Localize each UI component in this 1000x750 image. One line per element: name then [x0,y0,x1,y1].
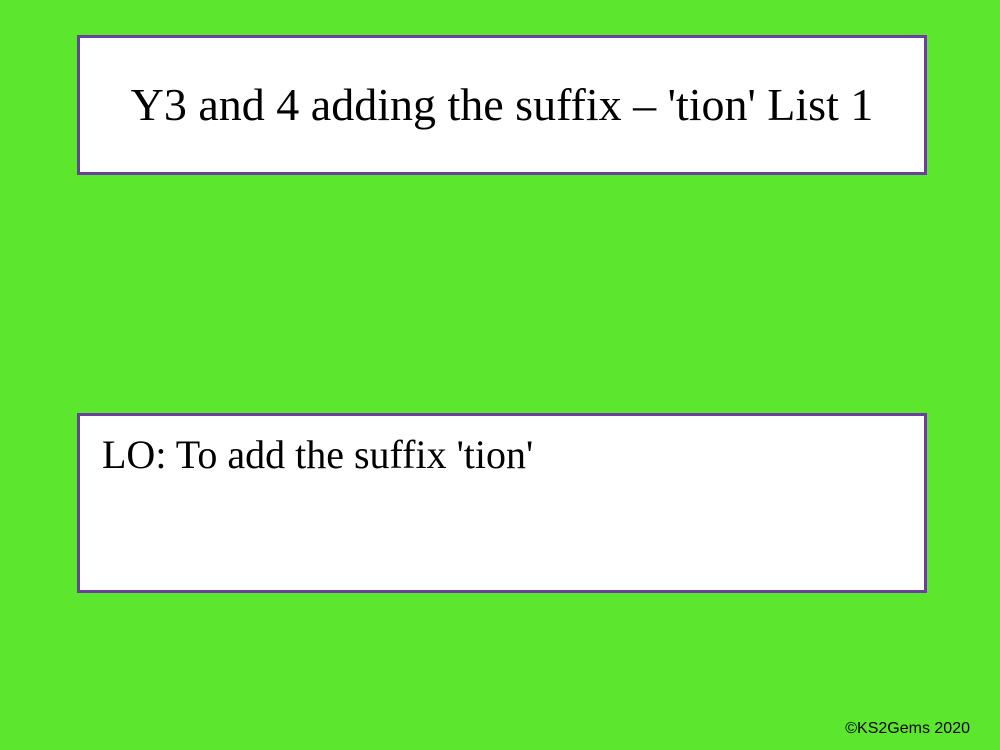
title-text: Y3 and 4 adding the suffix – 'tion' List… [131,76,874,134]
copyright-text: ©KS2Gems 2020 [845,720,970,738]
learning-objective-box: LO: To add the suffix 'tion' [77,413,927,593]
learning-objective-text: LO: To add the suffix 'tion' [102,431,902,478]
title-box: Y3 and 4 adding the suffix – 'tion' List… [77,35,927,175]
